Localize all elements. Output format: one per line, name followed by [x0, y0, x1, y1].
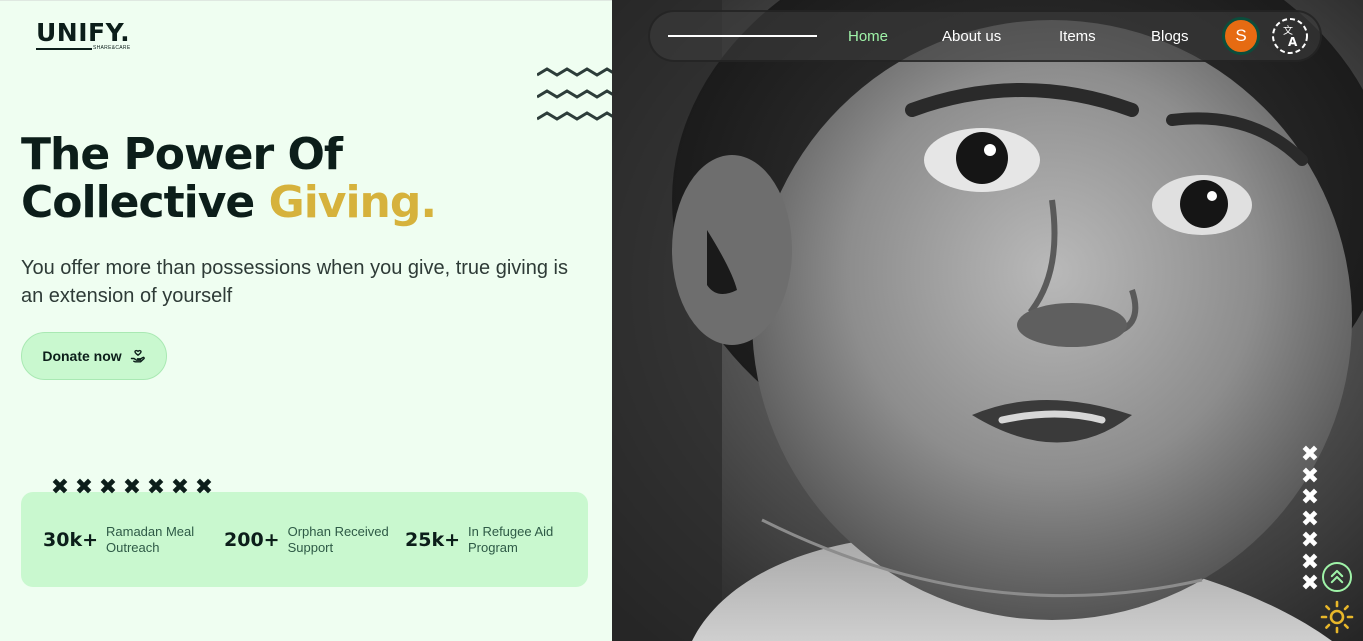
brand-name: UNIFY. [36, 18, 131, 47]
x-pattern-column: ✖ ✖ ✖ ✖ ✖ ✖ ✖ [1298, 444, 1322, 595]
x-mark: ✖ [1300, 549, 1320, 575]
headline-line-1: The Power Of [21, 129, 343, 180]
hand-heart-icon [130, 349, 145, 363]
svg-text:A: A [1288, 35, 1298, 49]
stat-item: 25k+ In Refugee Aid Program [405, 524, 563, 556]
stat-value: 30k+ [43, 529, 98, 551]
nav-items[interactable]: Items [1059, 28, 1096, 45]
hero-left-panel: UNIFY. SHARE&CARE The Power Of Collectiv… [0, 0, 657, 641]
brand-tagline: SHARE&CARE [93, 45, 131, 51]
donate-now-button[interactable]: Donate now [21, 332, 167, 380]
stat-label: Orphan Received Support [287, 524, 389, 555]
translate-icon[interactable]: 文 A [1271, 17, 1309, 55]
top-navbar: Home About us Items Blogs S 文 A [648, 10, 1322, 62]
x-mark: ✖ [50, 475, 70, 500]
x-pattern-row: ✖ ✖ ✖ ✖ ✖ ✖ ✖ [48, 477, 216, 499]
x-mark: ✖ [1300, 485, 1320, 510]
stat-value: 25k+ [405, 529, 460, 551]
x-mark: ✖ [170, 475, 190, 500]
headline-line-2: Collective [21, 177, 269, 228]
x-mark: ✖ [1300, 463, 1320, 489]
stat-value: 200+ [224, 529, 280, 551]
x-mark: ✖ [146, 475, 166, 500]
stat-label: Ramadan Meal Outreach [106, 524, 195, 555]
stat-item: 30k+ Ramadan Meal Outreach [43, 524, 206, 556]
double-chevron-up-icon[interactable] [1322, 562, 1352, 592]
x-mark: ✖ [1300, 442, 1320, 467]
logo-underline [36, 48, 92, 50]
x-mark: ✖ [122, 475, 142, 500]
hero-headline: The Power Of Collective Giving. [21, 129, 437, 228]
x-mark: ✖ [1300, 506, 1320, 532]
stat-label: In Refugee Aid Program [468, 524, 554, 555]
user-avatar[interactable]: S [1222, 17, 1260, 55]
x-mark: ✖ [1300, 528, 1320, 553]
x-mark: ✖ [194, 475, 214, 500]
hero-image [612, 0, 1363, 641]
nav-home[interactable]: Home [848, 28, 888, 45]
stat-item: 200+ Orphan Received Support [224, 524, 398, 556]
x-mark: ✖ [98, 475, 118, 500]
brand-logo[interactable]: UNIFY. SHARE&CARE [36, 18, 131, 51]
x-mark: ✖ [1300, 571, 1320, 596]
stats-panel: 30k+ Ramadan Meal Outreach 200+ Orphan R… [21, 492, 588, 587]
child-portrait-photo [612, 0, 1363, 641]
headline-accent: Giving. [268, 177, 437, 228]
x-mark: ✖ [74, 475, 94, 500]
nav-about-us[interactable]: About us [942, 28, 1001, 45]
nav-divider-line [668, 35, 817, 37]
donate-label: Donate now [42, 348, 122, 364]
hero-subtext: You offer more than possessions when you… [21, 257, 568, 307]
sun-icon[interactable] [1320, 600, 1354, 634]
nav-blogs[interactable]: Blogs [1151, 28, 1189, 45]
